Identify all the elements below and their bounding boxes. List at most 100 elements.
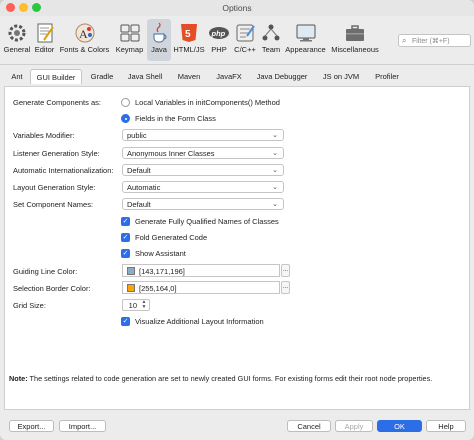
automatic-i18n-label: Automatic Internationalization: (13, 166, 114, 175)
svg-text:5: 5 (185, 29, 191, 40)
settings-note: Note: The settings related to code gener… (9, 374, 464, 384)
category-fonts-colors[interactable]: A Fonts & Colors (57, 19, 112, 61)
automatic-i18n-select[interactable]: Default ⌄ (122, 164, 284, 176)
grid-size-label: Grid Size: (13, 301, 46, 310)
category-label: Appearance (285, 45, 326, 54)
show-assistant-checkbox[interactable]: ✓ (121, 249, 130, 258)
stepper-arrows-icon[interactable]: ▲ ▼ (140, 300, 148, 310)
selection-border-color-value: [255,164,0] (139, 284, 177, 293)
guiding-line-color-swatch (127, 267, 135, 275)
chevron-down-icon: ⌄ (272, 167, 278, 174)
show-assistant-label: Show Assistant (135, 249, 186, 258)
listener-style-select[interactable]: Anonymous Inner Classes ⌄ (122, 147, 284, 159)
editor-icon (37, 23, 54, 43)
fold-code-label: Fold Generated Code (135, 233, 208, 242)
gui-builder-panel: Generate Components as: Local Variables … (4, 86, 470, 410)
layout-style-select[interactable]: Automatic ⌄ (122, 181, 284, 193)
title-bar: Options (0, 0, 474, 16)
category-label: Miscellaneous (331, 45, 379, 54)
guiding-line-color-picker-button[interactable]: ... (281, 264, 290, 277)
chevron-down-icon: ⌄ (272, 150, 278, 157)
tab-js-on-jvm[interactable]: JS on JVM (316, 69, 366, 84)
chevron-down-icon: ⌄ (272, 184, 278, 191)
category-label: Keymap (115, 45, 144, 54)
keymap-icon (120, 24, 139, 42)
category-team[interactable]: Team (259, 19, 283, 61)
note-text: The settings related to code generation … (27, 374, 433, 383)
fold-code-checkbox[interactable]: ✓ (121, 233, 130, 242)
grid-size-value: 10 (128, 301, 137, 310)
category-label: Editor (34, 45, 55, 54)
chevron-down-icon: ⌄ (272, 132, 278, 139)
category-label: Java (151, 45, 167, 54)
cpp-icon (236, 24, 255, 42)
category-toolbar: General Editor A Fonts & Colors Keymap J… (0, 16, 474, 64)
java-icon (153, 22, 167, 43)
category-label: Team (261, 45, 281, 54)
variables-modifier-select[interactable]: public ⌄ (122, 129, 284, 141)
qualified-names-label: Generate Fully Qualified Names of Classe… (135, 217, 279, 226)
visualize-layout-label: Visualize Additional Layout Information (135, 317, 264, 326)
html5-icon: 5 (181, 24, 197, 42)
svg-text:A: A (79, 27, 88, 41)
category-general[interactable]: General (2, 19, 32, 61)
category-label: Fonts & Colors (59, 45, 110, 54)
export-button[interactable]: Export... (9, 420, 54, 432)
search-icon: ⌕ (402, 36, 407, 45)
qualified-names-checkbox[interactable]: ✓ (121, 217, 130, 226)
component-names-label: Set Component Names: (13, 200, 94, 209)
tab-java-debugger[interactable]: Java Debugger (250, 69, 314, 84)
apply-button[interactable]: Apply (335, 420, 373, 432)
fields-in-form-radio[interactable] (121, 114, 130, 123)
category-cpp[interactable]: C/C++ (231, 19, 259, 61)
local-variables-label: Local Variables in initComponents() Meth… (135, 98, 280, 107)
guiding-line-color-value: [143,171,196] (139, 267, 185, 276)
variables-modifier-value: public (127, 131, 147, 140)
generate-components-label: Generate Components as: (13, 98, 101, 107)
layout-style-label: Layout Generation Style: (13, 183, 96, 192)
grid-size-spinner[interactable]: 10 ▲ ▼ (122, 299, 150, 311)
category-editor[interactable]: Editor (32, 19, 57, 61)
selection-border-color-picker-button[interactable]: ... (281, 281, 290, 294)
category-php[interactable]: php PHP (207, 19, 231, 61)
category-label: C/C++ (234, 45, 256, 54)
tab-java-shell[interactable]: Java Shell (122, 69, 168, 84)
tab-profiler[interactable]: Profiler (368, 69, 406, 84)
tab-gradle[interactable]: Gradle (84, 69, 120, 84)
visualize-layout-checkbox[interactable]: ✓ (121, 317, 130, 326)
svg-text:php: php (211, 29, 226, 38)
selection-border-color-swatch (127, 284, 135, 292)
filter-placeholder: Filter (⌘+F) (412, 38, 450, 45)
appearance-icon (296, 24, 315, 42)
selection-border-color-field[interactable]: [255,164,0] (122, 281, 280, 294)
import-button[interactable]: Import... (59, 420, 106, 432)
tab-javafx[interactable]: JavaFX (210, 69, 248, 84)
help-button[interactable]: Help (426, 420, 466, 432)
selection-border-color-label: Selection Border Color: (13, 284, 91, 293)
category-html-js[interactable]: 5 HTML/JS (171, 19, 207, 61)
category-miscellaneous[interactable]: Miscellaneous (328, 19, 382, 61)
note-heading: Note: (9, 374, 28, 383)
category-keymap[interactable]: Keymap (112, 19, 147, 61)
tab-maven[interactable]: Maven (170, 69, 208, 84)
fonts-colors-icon: A (75, 23, 94, 43)
chevron-down-icon: ⌄ (272, 201, 278, 208)
category-java[interactable]: Java (147, 19, 171, 61)
category-appearance[interactable]: Appearance (283, 19, 328, 61)
ok-button[interactable]: OK (377, 420, 422, 432)
guiding-line-color-label: Guiding Line Color: (13, 267, 78, 276)
layout-style-value: Automatic (127, 183, 161, 192)
fields-in-form-label: Fields in the Form Class (135, 114, 216, 123)
options-tabs: Ant GUI Builder Gradle Java Shell Maven … (0, 66, 474, 85)
filter-input[interactable]: ⌕ Filter (⌘+F) (398, 34, 471, 47)
miscellaneous-icon (346, 25, 364, 41)
tab-ant[interactable]: Ant (6, 69, 28, 84)
listener-style-value: Anonymous Inner Classes (127, 149, 215, 158)
guiding-line-color-field[interactable]: [143,171,196] (122, 264, 280, 277)
local-variables-radio[interactable] (121, 98, 130, 107)
variables-modifier-label: Variables Modifier: (13, 131, 75, 140)
tab-gui-builder[interactable]: GUI Builder (30, 69, 82, 84)
window-title: Options (222, 3, 252, 13)
cancel-button[interactable]: Cancel (287, 420, 331, 432)
component-names-select[interactable]: Default ⌄ (122, 198, 284, 210)
